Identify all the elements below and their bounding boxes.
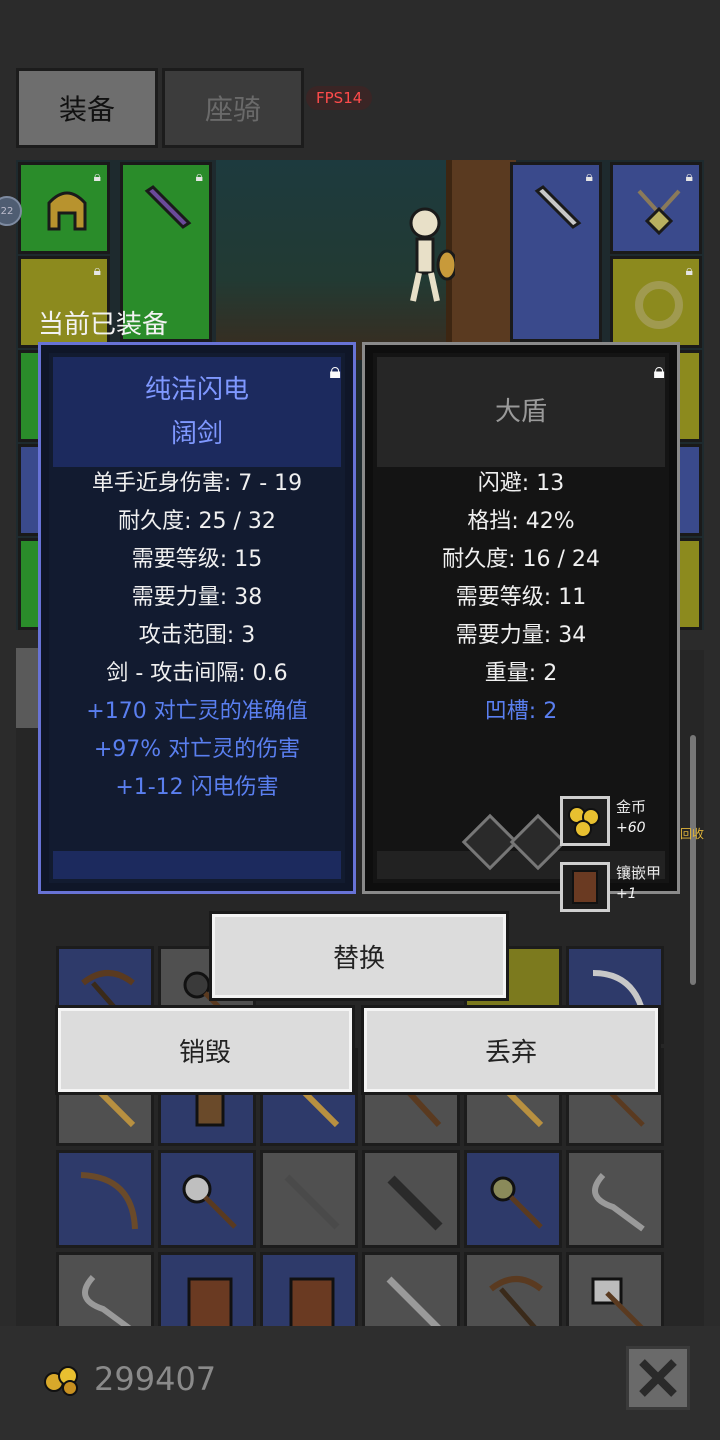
stat-line: 耐久度: 25 / 32 — [118, 509, 276, 534]
amulet-slot[interactable]: 🔒︎ — [610, 162, 702, 254]
magic-stat-line: +170 对亡灵的准确值 — [86, 699, 308, 724]
item-name-header: 大盾 — [377, 357, 665, 467]
stat-line: 耐久度: 16 / 24 — [442, 547, 600, 572]
inventory-slot[interactable] — [566, 1150, 664, 1248]
close-icon — [639, 1359, 677, 1397]
inventory-slot[interactable] — [56, 1150, 154, 1248]
stat-line: 攻击范围: 3 — [138, 623, 256, 648]
tree-decoration — [446, 160, 516, 350]
inventory-slot[interactable] — [464, 1150, 562, 1248]
dagger-icon — [284, 1174, 340, 1230]
item-name: 大盾 — [494, 397, 547, 427]
sickle-icon — [592, 1172, 645, 1232]
inventory-slot[interactable] — [158, 1150, 256, 1248]
socket-row — [461, 813, 567, 871]
item-stats: 单手近身伤害: 7 - 19 耐久度: 25 / 32 需要等级: 15 需要力… — [41, 465, 353, 807]
bow-icon — [80, 1172, 138, 1230]
helmet-icon — [47, 191, 87, 231]
drop-name: 金币 — [616, 798, 647, 816]
item-name-header: 纯洁闪电 阔剑 — [53, 357, 341, 467]
magic-stat-line: +97% 对亡灵的伤害 — [93, 737, 301, 762]
stat-line: 闪避: 13 — [477, 471, 565, 496]
stat-line: 单手近身伤害: 7 - 19 — [91, 471, 303, 496]
lock-icon[interactable]: 🔒︎ — [329, 359, 341, 384]
drop-name: 镶嵌甲 — [616, 864, 662, 882]
drop-value: +60 — [616, 820, 646, 836]
morning-star-icon — [490, 1176, 543, 1229]
stat-line: 剑 - 攻击间隔: 0.6 — [106, 661, 288, 686]
recycle-label[interactable]: 回收 — [680, 825, 704, 842]
stat-line: 需要等级: 11 — [455, 585, 587, 610]
inventory-scrollbar[interactable] — [690, 735, 696, 985]
inventory-side-tab[interactable] — [16, 648, 38, 728]
inventory-slot[interactable] — [362, 1150, 460, 1248]
stat-line: 需要力量: 34 — [455, 623, 587, 648]
item-stats: 闪避: 13 格挡: 42% 耐久度: 16 / 24 需要等级: 11 需要力… — [365, 465, 677, 731]
sword-icon — [144, 185, 192, 229]
ring-slot[interactable]: 🔒︎ — [610, 256, 702, 348]
drop-value: +1 — [616, 886, 637, 902]
drop-notice-armor: 镶嵌甲 +1 — [560, 862, 710, 912]
gold-amount: 299407 — [94, 1360, 217, 1398]
gold-coins-icon — [560, 796, 610, 846]
skeleton-character — [409, 207, 455, 302]
lock-icon: 🔒︎ — [93, 263, 101, 279]
tab-equipment[interactable]: 装备 — [16, 68, 158, 148]
magic-stat-line: +1-12 闪电伤害 — [115, 775, 279, 800]
magic-stat-line: 凹槽: 2 — [484, 699, 558, 724]
equipped-item-card: 纯洁闪电 阔剑 🔒︎ 单手近身伤害: 7 - 19 耐久度: 25 / 32 需… — [38, 342, 356, 894]
item-name-line1: 纯洁闪电 — [144, 375, 249, 405]
mace-icon — [182, 1174, 237, 1229]
sword-icon — [534, 185, 582, 229]
close-button[interactable] — [626, 1346, 690, 1410]
tab-mount[interactable]: 座骑 — [162, 68, 304, 148]
stat-line: 格挡: 42% — [467, 509, 575, 534]
lock-icon[interactable]: 🔒︎ — [653, 359, 665, 384]
offhand-slot[interactable]: 🔒︎ — [510, 162, 602, 342]
empty-socket-icon — [509, 813, 567, 871]
club-icon — [387, 1175, 443, 1231]
fps-counter: FPS14 — [306, 86, 373, 110]
item-name-line2: 阔剑 — [170, 419, 223, 449]
stat-line: 重量: 2 — [484, 661, 558, 686]
compare-title: 当前已装备 — [38, 310, 169, 340]
studded-armor-icon — [560, 862, 610, 912]
amulet-icon — [637, 189, 681, 236]
ring-icon — [635, 281, 683, 329]
inventory-slot[interactable] — [260, 1150, 358, 1248]
helmet-slot[interactable]: 🔒︎ — [18, 162, 110, 254]
destroy-button[interactable]: 销毁 — [58, 1008, 352, 1092]
discard-button[interactable]: 丢弃 — [364, 1008, 658, 1092]
replace-button[interactable]: 替换 — [212, 914, 506, 998]
stat-line: 需要等级: 15 — [131, 547, 263, 572]
stat-line: 需要力量: 38 — [131, 585, 263, 610]
gold-coins-icon — [44, 1366, 78, 1396]
card-footer — [53, 851, 341, 879]
